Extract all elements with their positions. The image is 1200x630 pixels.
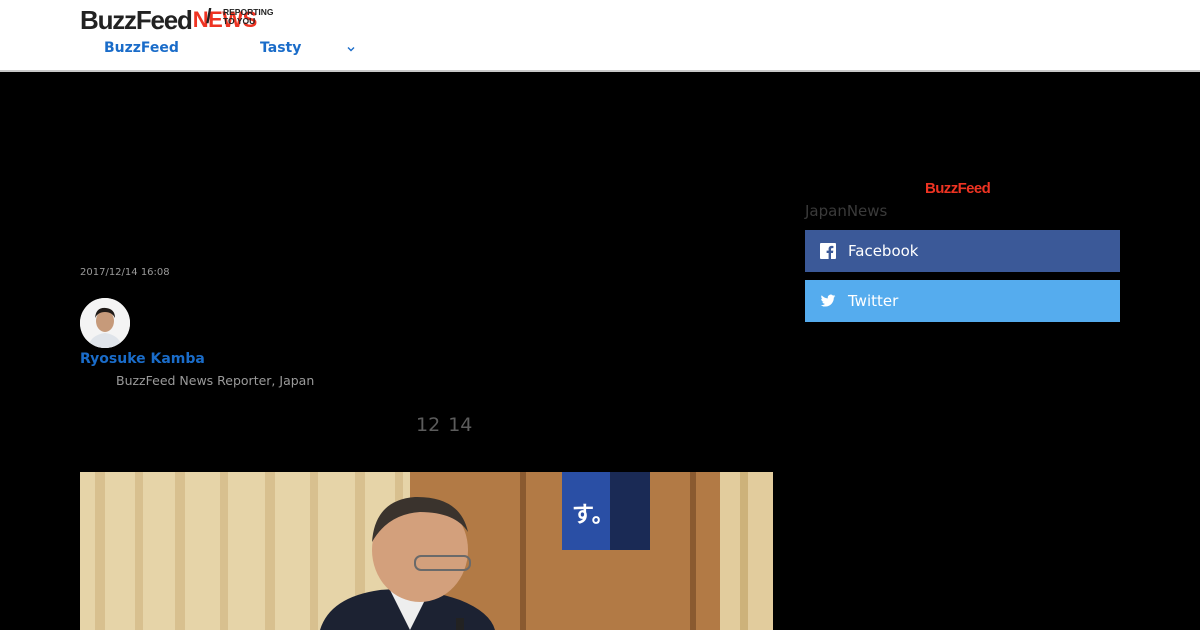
svg-text:す。: す。: [572, 503, 614, 528]
author-avatar[interactable]: [80, 298, 130, 348]
author-name-link[interactable]: Ryosuke Kamba: [80, 351, 205, 367]
nav-buzzfeed-link[interactable]: BuzzFeed: [104, 40, 179, 56]
logo-tagline-line2: TO YOU: [223, 16, 256, 26]
logo-buzzfeed-text: BuzzFeed: [80, 5, 193, 35]
article-number-text: 12 14: [416, 414, 473, 436]
chevron-down-icon[interactable]: [345, 43, 357, 55]
sidebar-buzzfeed-logo: BuzzFeed: [925, 180, 991, 197]
share-twitter-label: Twitter: [848, 292, 899, 310]
share-facebook-label: Facebook: [848, 242, 919, 260]
article-photo-image: す。: [80, 472, 773, 630]
author-avatar-image: [80, 298, 130, 348]
author-title: BuzzFeed News Reporter, Japan: [116, 373, 315, 388]
share-facebook-button[interactable]: Facebook: [805, 230, 1120, 272]
facebook-icon: [820, 243, 836, 259]
share-twitter-button[interactable]: Twitter: [805, 280, 1120, 322]
article-photo: す。: [80, 472, 773, 630]
logo-slash: /: [206, 6, 212, 28]
logo-tagline: REPORTING TO YOU: [223, 8, 283, 26]
sidebar-japannews-label: JapanNews: [805, 202, 888, 220]
twitter-icon: [820, 294, 836, 307]
nav-tasty-link[interactable]: Tasty: [260, 40, 301, 56]
site-header: BuzzFeed NEWS / REPORTING TO YOU BuzzFee…: [0, 0, 1200, 72]
article-timestamp: 2017/12/14 16:08: [80, 267, 170, 278]
